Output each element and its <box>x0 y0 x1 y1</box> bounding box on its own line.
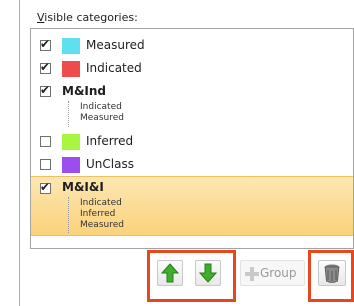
up-arrow-icon <box>160 263 180 283</box>
category-label: Indicated <box>86 61 142 75</box>
down-arrow-icon <box>198 263 218 283</box>
list-item[interactable]: ✔ Indicated <box>31 60 353 78</box>
category-label: Inferred <box>86 134 134 148</box>
category-label: Measured <box>86 38 145 52</box>
group-button-label: Group <box>260 266 297 280</box>
group-category-label: M&I&I <box>62 180 104 194</box>
group-member-label: Inferred <box>80 209 116 219</box>
category-checkbox[interactable] <box>40 159 51 170</box>
list-item[interactable]: Inferred <box>31 133 353 151</box>
category-checkbox[interactable] <box>40 136 51 147</box>
plus-icon <box>245 267 259 281</box>
list-item[interactable]: ✔ M&Ind Indicated Measured <box>31 83 353 131</box>
group-member-label: Indicated <box>80 198 122 208</box>
color-swatch <box>62 134 80 150</box>
trash-icon <box>324 264 340 283</box>
move-down-button[interactable] <box>195 260 221 286</box>
color-swatch <box>62 38 80 54</box>
panel-left-border <box>19 0 20 306</box>
tree-connector <box>68 197 69 233</box>
category-checkbox[interactable]: ✔ <box>40 83 51 97</box>
visible-categories-label: Visible categories: <box>37 11 138 24</box>
check-icon: ✔ <box>40 60 51 74</box>
list-item[interactable]: UnClass <box>31 156 353 174</box>
group-member-label: Measured <box>80 113 124 123</box>
move-up-button[interactable] <box>157 260 183 286</box>
group-category-label: M&Ind <box>62 84 107 98</box>
category-checkbox[interactable]: ✔ <box>40 180 51 194</box>
check-icon: ✔ <box>40 83 51 97</box>
check-icon: ✔ <box>40 37 51 51</box>
color-swatch <box>62 157 80 173</box>
color-swatch <box>62 61 80 77</box>
categories-list[interactable]: ✔ Measured ✔ Indicated ✔ M&Ind Indicated… <box>30 28 354 249</box>
delete-button[interactable] <box>318 260 346 286</box>
group-button[interactable]: Group <box>240 260 305 286</box>
group-member-label: Indicated <box>80 102 122 112</box>
category-checkbox[interactable]: ✔ <box>40 60 51 74</box>
check-icon: ✔ <box>40 180 51 194</box>
category-checkbox[interactable]: ✔ <box>40 37 51 51</box>
list-item[interactable]: ✔ Measured <box>31 37 353 55</box>
list-item-selected[interactable]: ✔ M&I&I Indicated Inferred Measured <box>31 176 353 236</box>
tree-connector <box>68 101 69 127</box>
category-label: UnClass <box>86 157 134 171</box>
group-member-label: Measured <box>80 220 124 230</box>
